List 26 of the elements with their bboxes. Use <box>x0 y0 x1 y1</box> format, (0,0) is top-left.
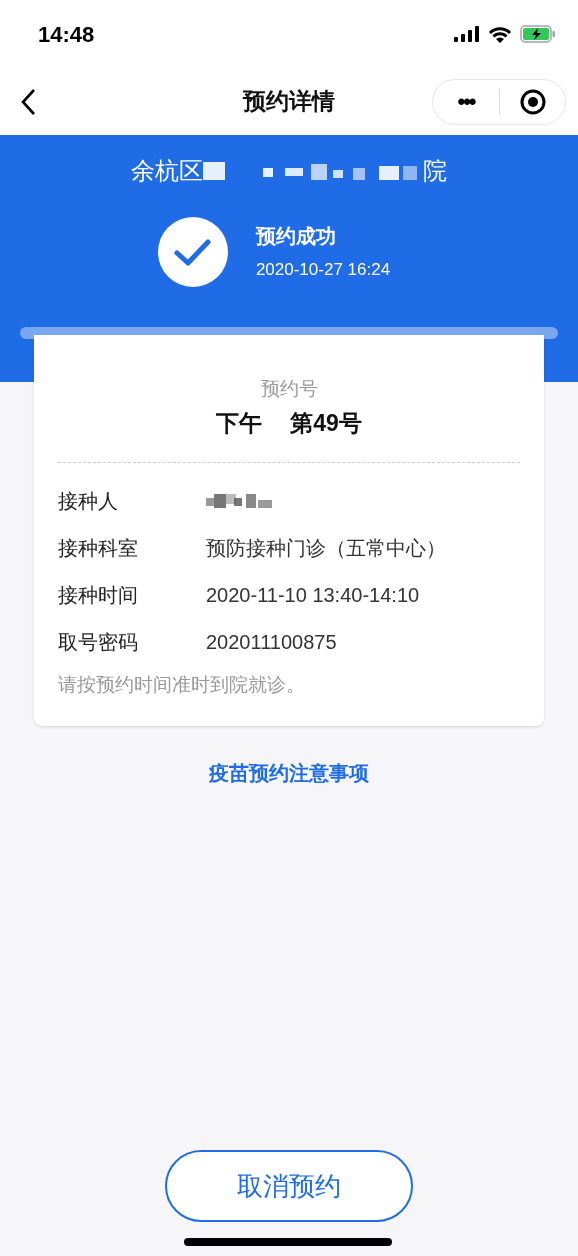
more-button[interactable]: ••• <box>433 91 499 113</box>
field-value: 2020-11-10 13:40-14:10 <box>206 582 420 608</box>
page-title: 预约详情 <box>243 87 335 117</box>
notice-link[interactable]: 疫苗预约注意事项 <box>209 757 369 788</box>
hospital-name: 余杭区 <box>131 156 203 186</box>
check-circle-icon <box>157 217 228 287</box>
status-time: 14:48 <box>38 20 95 49</box>
signal-icon <box>454 26 480 42</box>
number-label: 预约号 <box>260 377 318 401</box>
field-value: 202011100875 <box>206 629 337 655</box>
back-icon[interactable] <box>20 88 36 116</box>
period-text: 下午 <box>216 408 263 438</box>
close-target-icon[interactable] <box>519 89 546 115</box>
cancel-button[interactable]: 取消预约 <box>165 1150 413 1222</box>
field-label: 取号密码 <box>58 629 139 655</box>
booking-time: 2020-10-27 16:24 <box>255 259 391 282</box>
field-label: 接种人 <box>58 488 119 514</box>
arrival-note: 请按预约时间准时到院就诊。 <box>58 673 306 697</box>
field-value: 预防接种门诊（五常中心） <box>206 535 446 561</box>
battery-icon <box>520 25 556 43</box>
hospital-name: 院 <box>423 156 447 186</box>
wifi-icon <box>488 25 512 43</box>
status-title: 预约成功 <box>255 224 337 250</box>
queue-number: 第49号 <box>290 408 362 438</box>
field-label: 接种时间 <box>58 582 139 608</box>
field-label: 接种科室 <box>58 535 139 561</box>
